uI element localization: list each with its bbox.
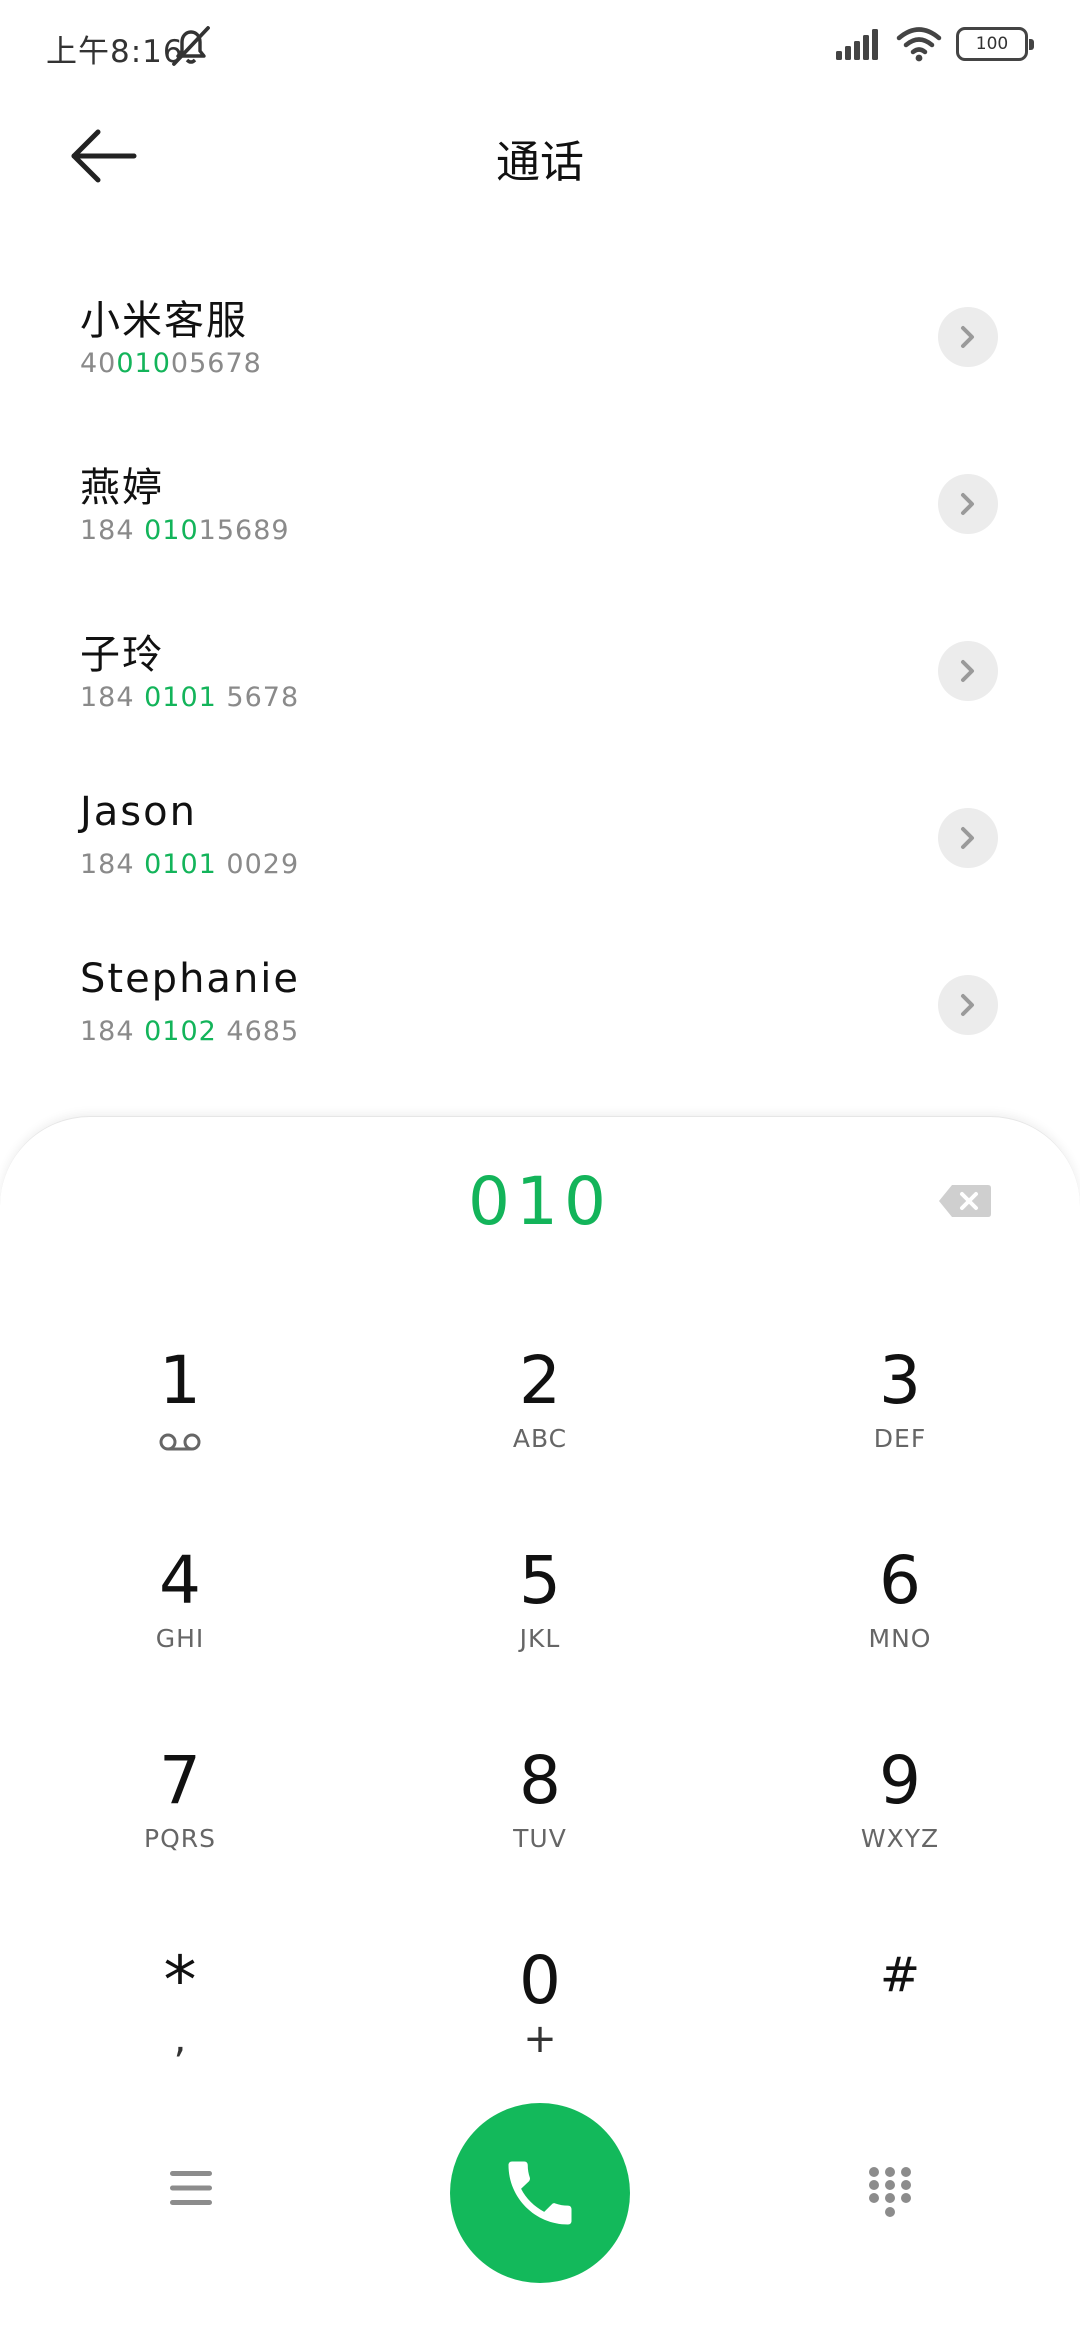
- key-6[interactable]: 6 MNO: [720, 1542, 1080, 1745]
- contact-number: 184 01015689: [80, 515, 290, 546]
- contact-name: Jason: [80, 789, 197, 835]
- status-bar: 上午8:16 100: [0, 0, 1080, 96]
- key-digit: #: [879, 1947, 921, 2003]
- key-digit: 5: [519, 1542, 561, 1619]
- number-match: 0102: [144, 1016, 217, 1047]
- number-prefix: 184: [80, 849, 145, 880]
- key-digit: 1: [159, 1342, 201, 1419]
- contact-name: Stephanie: [80, 956, 301, 1002]
- number-suffix: 0029: [216, 849, 300, 880]
- key-digit: 9: [879, 1742, 921, 1819]
- key-digit: 2: [519, 1342, 561, 1419]
- key-letters: ,: [173, 2015, 187, 2062]
- contact-name: 子玲: [80, 632, 164, 678]
- chevron-right-icon: [961, 326, 974, 348]
- number-prefix: 184: [80, 515, 145, 546]
- contact-row[interactable]: 燕婷 184 01015689: [0, 435, 1080, 602]
- key-2[interactable]: 2 ABC: [360, 1342, 720, 1545]
- key-3[interactable]: 3 DEF: [720, 1342, 1080, 1545]
- contact-number: 184 0102 4685: [80, 1016, 299, 1047]
- key-8[interactable]: 8 TUV: [360, 1742, 720, 1945]
- chevron-right-icon: [961, 827, 974, 849]
- contact-number: 184 0101 5678: [80, 682, 299, 713]
- key-letters: WXYZ: [860, 1823, 940, 1853]
- call-button[interactable]: [450, 2103, 630, 2283]
- contact-detail-button[interactable]: [938, 307, 998, 367]
- key-letters: PQRS: [144, 1823, 216, 1853]
- signal-icon: [836, 29, 878, 60]
- backspace-icon: [939, 1185, 991, 1217]
- bell-off-icon: [172, 26, 210, 66]
- dialer-screen: 上午8:16 100 通话 小米客服 4001005678 燕婷 184 010…: [0, 0, 1080, 2340]
- key-digit: 3: [879, 1342, 921, 1419]
- contact-detail-button[interactable]: [938, 641, 998, 701]
- key-letters: JKL: [519, 1623, 561, 1653]
- number-suffix: 15689: [198, 515, 290, 546]
- menu-button[interactable]: [168, 2168, 214, 2208]
- key-5[interactable]: 5 JKL: [360, 1542, 720, 1745]
- number-prefix: 40: [80, 348, 117, 379]
- battery-indicator: 100: [956, 27, 1034, 61]
- wifi-icon: [896, 27, 942, 62]
- key-letters: MNO: [868, 1623, 932, 1653]
- key-digit: 6: [879, 1542, 921, 1619]
- key-digit: *: [163, 1942, 197, 2019]
- key-1[interactable]: 1: [0, 1342, 360, 1545]
- voicemail-icon: [159, 1433, 201, 1451]
- backspace-button[interactable]: [938, 1183, 992, 1219]
- key-7[interactable]: 7 PQRS: [0, 1742, 360, 1945]
- dialed-number[interactable]: 010: [0, 1163, 1080, 1240]
- number-prefix: 184: [80, 682, 145, 713]
- dialer-action-bar: [0, 2100, 1080, 2290]
- dialpad-toggle-button[interactable]: [866, 2164, 914, 2220]
- contact-name: 小米客服: [80, 298, 248, 344]
- key-letters: GHI: [155, 1623, 205, 1653]
- number-suffix: 4685: [216, 1016, 300, 1047]
- phone-icon: [508, 2161, 572, 2225]
- number-match: 0101: [144, 849, 217, 880]
- number-suffix: 5678: [216, 682, 300, 713]
- contact-detail-button[interactable]: [938, 474, 998, 534]
- number-prefix: 184: [80, 1016, 145, 1047]
- key-letters: DEF: [873, 1423, 927, 1453]
- chevron-right-icon: [961, 994, 974, 1016]
- key-digit: 0: [519, 1942, 561, 2019]
- key-letters: TUV: [513, 1823, 567, 1853]
- contact-search-results: 小米客服 4001005678 燕婷 184 01015689 子玲 184 0…: [0, 268, 1080, 1103]
- status-indicators: 100: [834, 26, 1034, 62]
- contact-row[interactable]: 子玲 184 0101 5678: [0, 602, 1080, 769]
- menu-icon: [170, 2171, 212, 2205]
- keypad: 1 2 ABC 3 DEF 4 GHI 5 JKL 6 MNO 7 PQRS 8…: [0, 1342, 1080, 2145]
- status-time: 上午8:16: [46, 34, 184, 70]
- battery-level: 100: [975, 34, 1009, 54]
- contact-detail-button[interactable]: [938, 808, 998, 868]
- key-digit: 8: [519, 1742, 561, 1819]
- number-match: 010: [144, 515, 199, 546]
- contact-row[interactable]: Stephanie 184 0102 4685: [0, 936, 1080, 1103]
- chevron-right-icon: [961, 493, 974, 515]
- dialpad-icon: [869, 2167, 911, 2217]
- number-match: 010: [116, 348, 171, 379]
- page-title: 通话: [496, 137, 584, 188]
- contact-number: 184 0101 0029: [80, 849, 299, 880]
- key-digit: 7: [159, 1742, 201, 1819]
- contact-name: 燕婷: [80, 465, 164, 511]
- contact-row[interactable]: 小米客服 4001005678: [0, 268, 1080, 435]
- key-digit: 4: [159, 1542, 201, 1619]
- contact-number: 4001005678: [80, 348, 262, 379]
- key-4[interactable]: 4 GHI: [0, 1542, 360, 1745]
- number-match: 0101: [144, 682, 217, 713]
- chevron-right-icon: [961, 660, 974, 682]
- key-letters: ABC: [512, 1423, 568, 1453]
- contact-row[interactable]: Jason 184 0101 0029: [0, 769, 1080, 936]
- contact-detail-button[interactable]: [938, 975, 998, 1035]
- key-9[interactable]: 9 WXYZ: [720, 1742, 1080, 1945]
- number-suffix: 05678: [170, 348, 262, 379]
- app-header: 通话: [0, 110, 1080, 202]
- key-letters: +: [523, 2015, 557, 2062]
